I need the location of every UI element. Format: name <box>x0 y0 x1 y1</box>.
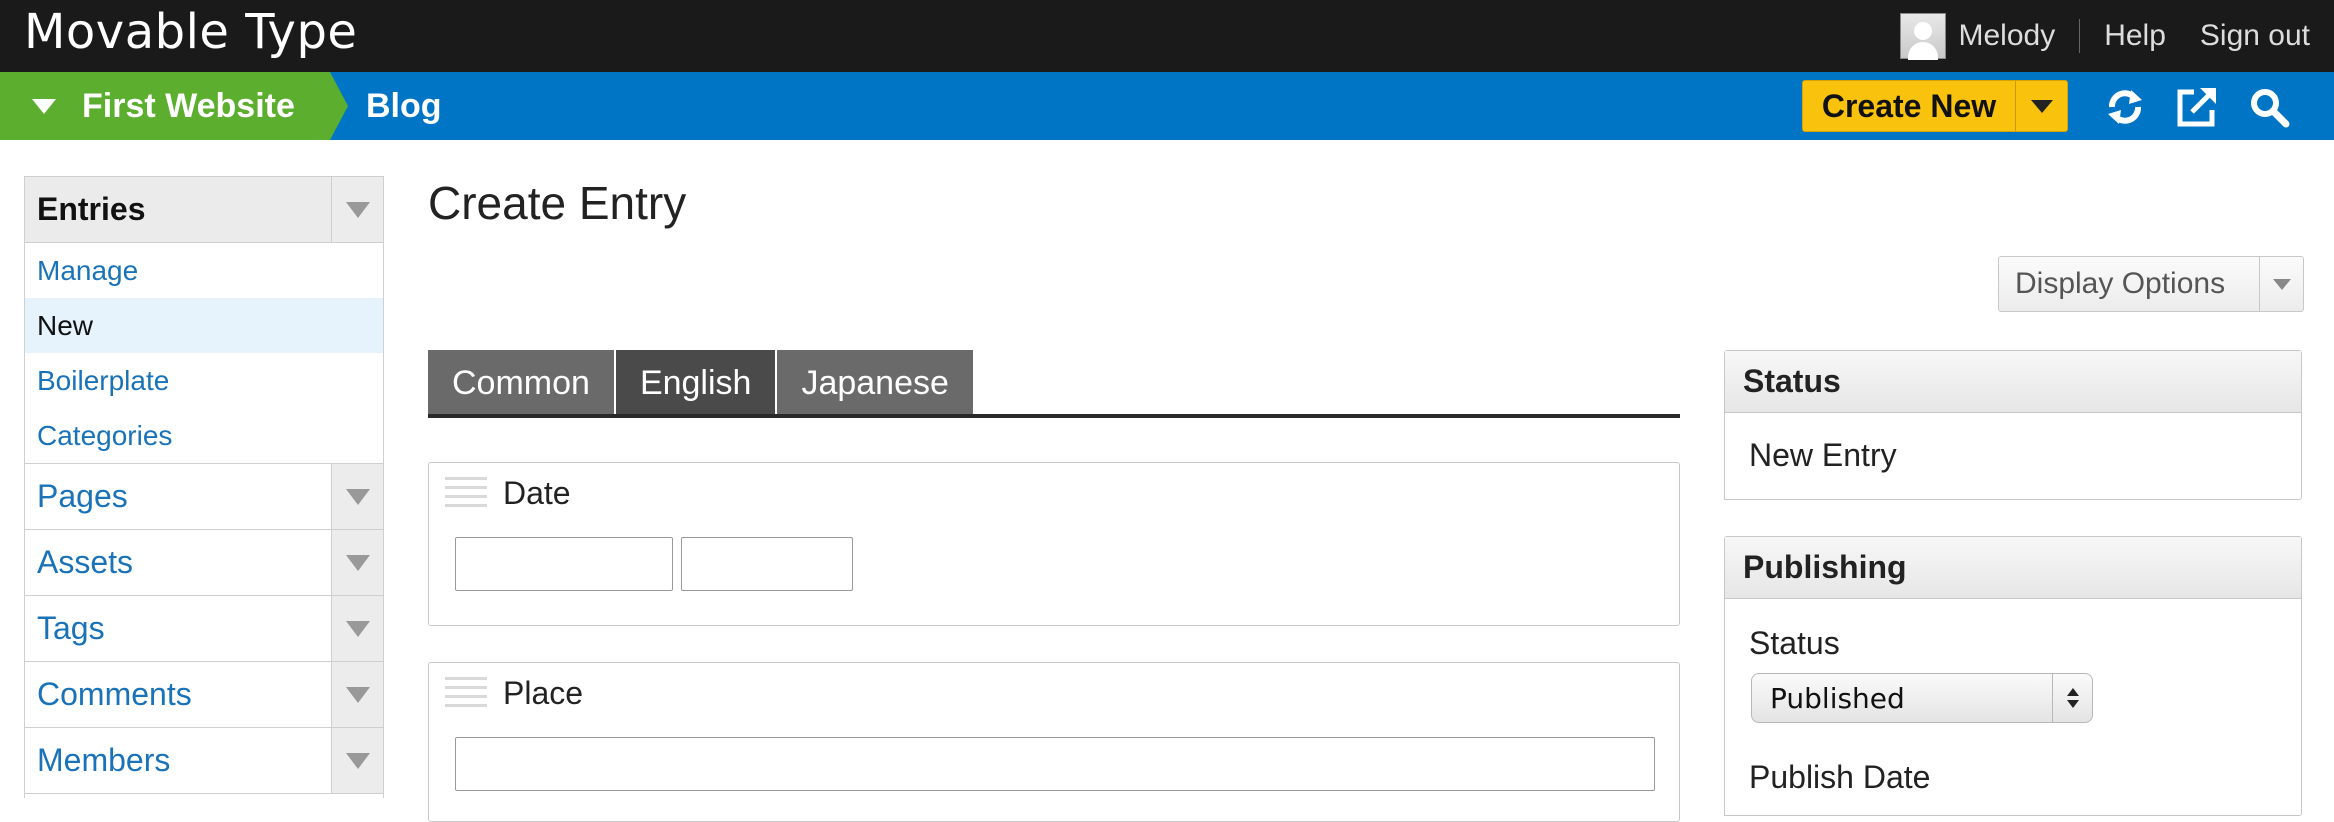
drag-handle-icon[interactable] <box>445 477 487 511</box>
field-label: Date <box>503 475 571 511</box>
expand-toggle[interactable] <box>331 728 383 793</box>
breadcrumb-arrow <box>330 72 348 140</box>
panel-title: Publishing <box>1725 537 2301 599</box>
sidebar-item-manage[interactable]: Manage <box>25 243 383 298</box>
create-new-label[interactable]: Create New <box>1803 81 2015 131</box>
expand-toggle[interactable] <box>331 530 383 595</box>
entry-status-text: New Entry <box>1749 437 1897 473</box>
publish-date-label: Publish Date <box>1749 759 1931 795</box>
sidebar-section-label[interactable]: Entries <box>25 177 331 242</box>
sidebar-section-members[interactable]: Members <box>25 728 383 794</box>
drag-handle-icon[interactable] <box>445 677 487 711</box>
chevron-down-icon <box>2030 99 2053 113</box>
status-select[interactable]: Published <box>1751 673 2093 723</box>
expand-toggle[interactable] <box>331 662 383 727</box>
sidebar-section-label[interactable]: Assets <box>25 530 331 595</box>
expand-toggle[interactable] <box>331 464 383 529</box>
website-name: First Website <box>82 86 295 125</box>
status-panel: Status New Entry <box>1724 350 2302 500</box>
chevron-down-icon <box>2272 278 2291 290</box>
app-logo[interactable]: Movable Type <box>24 4 357 60</box>
time-input[interactable] <box>681 537 853 591</box>
expand-toggle[interactable] <box>331 596 383 661</box>
chevron-down-icon <box>345 554 370 571</box>
view-site-icon[interactable] <box>2176 86 2218 128</box>
display-options-dropdown[interactable] <box>2259 257 2303 311</box>
sidebar-section-entries[interactable]: Entries <box>25 177 383 243</box>
place-field: Place <box>428 662 1680 822</box>
context-bar: First Website Blog Create New <box>0 72 2334 140</box>
status-label: Status <box>1749 625 1840 661</box>
entries-submenu: Manage New Boilerplate Categories <box>25 243 383 464</box>
create-new-button[interactable]: Create New <box>1802 80 2068 132</box>
sidebar-item-categories[interactable]: Categories <box>25 408 383 463</box>
sidebar-section-pages[interactable]: Pages <box>25 464 383 530</box>
display-options-label[interactable]: Display Options <box>1999 257 2259 311</box>
page-title: Create Entry <box>428 177 687 229</box>
sidebar: Entries Manage New Boilerplate Categorie… <box>24 176 384 798</box>
tab-english[interactable]: English <box>615 350 778 416</box>
top-bar: Movable Type Melody Help Sign out <box>0 0 2334 72</box>
chevron-down-icon <box>32 98 56 114</box>
panel-title: Status <box>1725 351 2301 413</box>
user-menu: Melody Help Sign out <box>1900 0 2334 72</box>
sidebar-section-label[interactable]: Tags <box>25 596 331 661</box>
chevron-down-icon <box>345 488 370 505</box>
refresh-icon[interactable] <box>2104 86 2146 128</box>
chevron-down-icon <box>345 752 370 769</box>
signout-link[interactable]: Sign out <box>2190 19 2334 53</box>
tab-underline <box>428 414 1680 418</box>
avatar[interactable] <box>1900 13 1947 60</box>
help-link[interactable]: Help <box>2080 19 2190 53</box>
display-options-button[interactable]: Display Options <box>1998 256 2304 312</box>
select-arrows-icon <box>2052 674 2092 722</box>
username-link[interactable]: Melody <box>1958 19 2079 53</box>
tab-japanese[interactable]: Japanese <box>777 350 975 416</box>
chevron-down-icon <box>345 620 370 637</box>
sidebar-item-boilerplate[interactable]: Boilerplate <box>25 353 383 408</box>
place-input[interactable] <box>455 737 1655 791</box>
search-icon[interactable] <box>2248 86 2290 128</box>
collapse-toggle[interactable] <box>331 177 383 242</box>
publishing-panel: Publishing Status Published Publish Date <box>1724 536 2302 816</box>
create-new-dropdown[interactable] <box>2015 81 2067 131</box>
tab-common[interactable]: Common <box>428 350 616 416</box>
sidebar-section-label[interactable]: Pages <box>25 464 331 529</box>
language-tabs: Common English Japanese <box>428 350 975 416</box>
date-field: Date <box>428 462 1680 626</box>
sidebar-section-label[interactable]: Members <box>25 728 331 793</box>
sidebar-section-tags[interactable]: Tags <box>25 596 383 662</box>
sidebar-section-label[interactable]: Comments <box>25 662 331 727</box>
blog-link[interactable]: Blog <box>366 72 442 140</box>
sidebar-section-comments[interactable]: Comments <box>25 662 383 728</box>
sidebar-item-new[interactable]: New <box>25 298 383 353</box>
field-label: Place <box>503 675 584 711</box>
status-select-value: Published <box>1770 681 1905 715</box>
sidebar-section-assets[interactable]: Assets <box>25 530 383 596</box>
date-input[interactable] <box>455 537 673 591</box>
chevron-down-icon <box>345 201 370 218</box>
website-switcher[interactable]: First Website <box>0 72 330 140</box>
chevron-down-icon <box>345 686 370 703</box>
